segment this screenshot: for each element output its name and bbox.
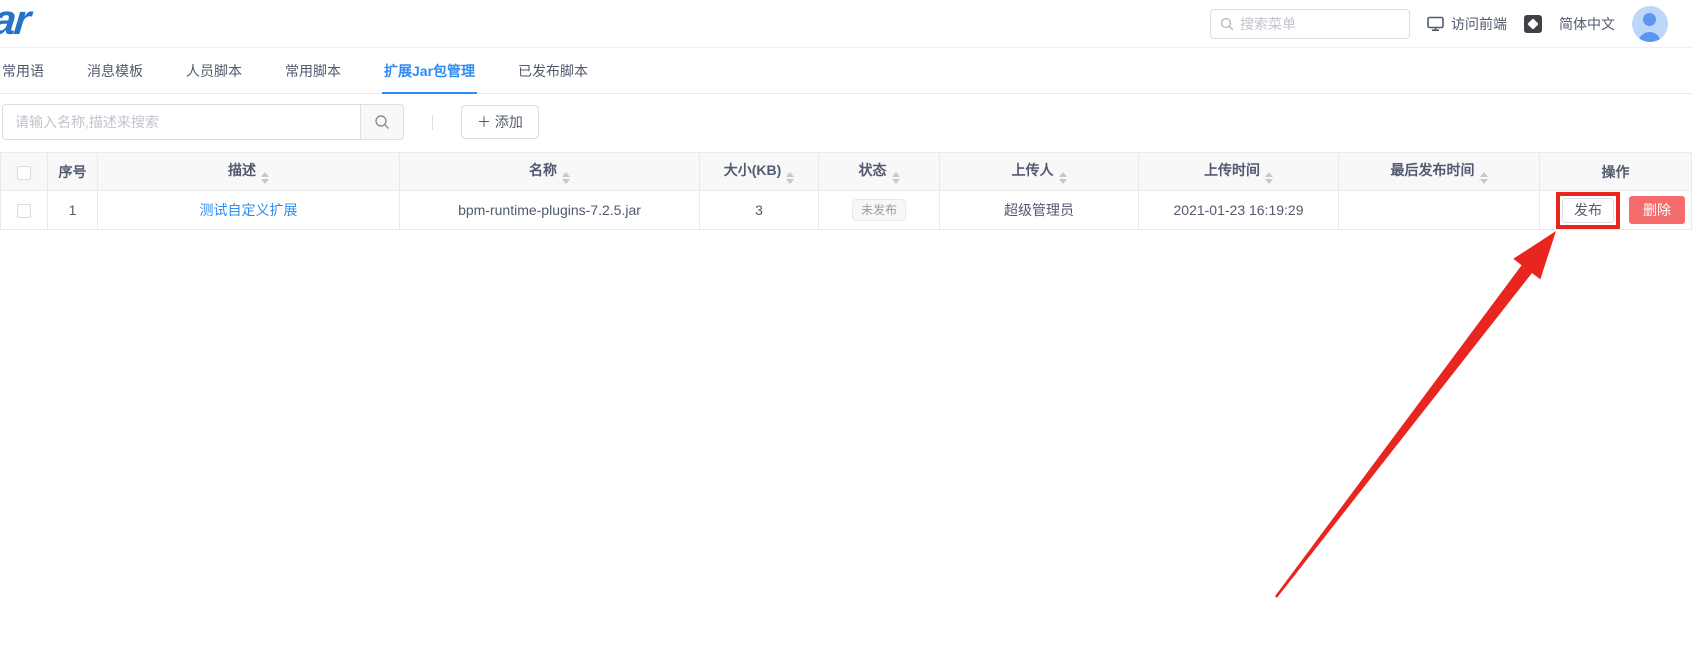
add-button[interactable]: ＋ 添加	[461, 105, 539, 139]
app-logo: ar	[0, 0, 32, 43]
column-header-name: 名称	[399, 152, 700, 191]
column-label: 描述	[228, 161, 256, 178]
column-header-description: 描述	[97, 152, 400, 191]
sort-icon[interactable]	[1479, 171, 1488, 184]
jar-package-table: 序号 描述 名称 大小(KB) 状态 上传人 上传时间 最后发布时间 操作 1 …	[0, 152, 1692, 230]
sort-icon[interactable]	[1265, 171, 1273, 184]
column-label: 状态	[858, 161, 887, 178]
menu-search-input[interactable]	[1240, 16, 1400, 32]
table-header-row: 序号 描述 名称 大小(KB) 状态 上传人 上传时间 最后发布时间 操作	[0, 152, 1692, 191]
column-label: 名称	[529, 161, 557, 178]
column-label: 上传时间	[1204, 161, 1260, 178]
tab-common-phrases[interactable]: 常用语	[2, 48, 44, 93]
tab-personnel-scripts[interactable]: 人员脚本	[186, 48, 242, 93]
description-link[interactable]: 测试自定义扩展	[200, 202, 298, 218]
visit-frontend-label: 访问前端	[1451, 16, 1507, 32]
column-label: 操作	[1601, 163, 1630, 180]
tab-extension-jar-management[interactable]: 扩展Jar包管理	[381, 48, 478, 94]
top-bar: ar 访问前端 简体中文	[0, 0, 1692, 48]
column-header-upload-time: 上传时间	[1138, 152, 1339, 191]
delete-button[interactable]: 删除	[1629, 196, 1685, 224]
language-switcher[interactable]: 简体中文	[1559, 14, 1615, 34]
row-status-cell: 未发布	[818, 190, 940, 230]
row-index-cell: 1	[47, 190, 98, 230]
column-label: 序号	[58, 163, 87, 180]
filter-search-button[interactable]	[360, 104, 404, 140]
row-last-publish-time-cell	[1338, 190, 1540, 230]
annotation-highlight-box: 发布	[1556, 191, 1620, 229]
sort-icon[interactable]	[786, 171, 795, 184]
row-upload-time-cell: 2021-01-23 16:19:29	[1138, 190, 1339, 230]
row-actions-cell: 发布 删除	[1539, 190, 1692, 230]
row-description-cell: 测试自定义扩展	[97, 190, 400, 230]
search-icon	[1220, 17, 1234, 31]
tab-common-scripts[interactable]: 常用脚本	[285, 48, 341, 93]
tab-bar: 常用语 消息模板 人员脚本 常用脚本 扩展Jar包管理 已发布脚本	[0, 48, 1692, 94]
language-label: 简体中文	[1559, 16, 1615, 32]
table-row: 1 测试自定义扩展 bpm-runtime-plugins-7.2.5.jar …	[0, 190, 1692, 230]
topbar-actions: 访问前端 简体中文	[1210, 0, 1668, 47]
row-checkbox[interactable]	[17, 204, 31, 219]
search-icon	[374, 114, 390, 130]
select-all-cell	[0, 152, 48, 191]
user-avatar[interactable]	[1632, 6, 1668, 42]
column-header-last-publish-time: 最后发布时间	[1338, 152, 1540, 191]
column-label: 大小(KB)	[723, 161, 782, 178]
tab-published-scripts[interactable]: 已发布脚本	[518, 48, 588, 93]
avatar-body-shape	[1638, 32, 1661, 42]
row-uploader-cell: 超级管理员	[939, 190, 1139, 230]
annotation-arrow	[1275, 231, 1556, 598]
visit-frontend-button[interactable]: 访问前端	[1427, 14, 1507, 34]
toolbar: ＋ 添加	[2, 104, 1692, 140]
filter-search-input[interactable]	[2, 104, 360, 140]
select-all-checkbox[interactable]	[17, 165, 31, 180]
column-label: 最后发布时间	[1390, 161, 1475, 178]
row-select-cell	[0, 190, 48, 230]
sort-icon[interactable]	[261, 171, 269, 184]
tab-message-templates[interactable]: 消息模板	[87, 48, 143, 93]
sort-icon[interactable]	[1058, 171, 1067, 184]
column-header-actions: 操作	[1539, 152, 1692, 191]
row-name-cell: bpm-runtime-plugins-7.2.5.jar	[399, 190, 700, 230]
menu-search-box[interactable]	[1210, 9, 1410, 39]
column-header-status: 状态	[818, 152, 940, 191]
sort-icon[interactable]	[891, 171, 900, 184]
publish-button[interactable]: 发布	[1562, 197, 1614, 223]
toolbar-divider	[432, 114, 433, 130]
column-label: 上传人	[1011, 161, 1054, 178]
column-header-index: 序号	[47, 152, 98, 191]
sort-icon[interactable]	[562, 171, 570, 184]
row-size-cell: 3	[699, 190, 819, 230]
column-header-size: 大小(KB)	[699, 152, 819, 191]
fullscreen-icon[interactable]	[1524, 15, 1542, 33]
avatar-head-shape	[1643, 13, 1656, 26]
monitor-icon	[1427, 16, 1444, 32]
status-badge: 未发布	[851, 199, 906, 221]
column-header-uploader: 上传人	[939, 152, 1139, 191]
